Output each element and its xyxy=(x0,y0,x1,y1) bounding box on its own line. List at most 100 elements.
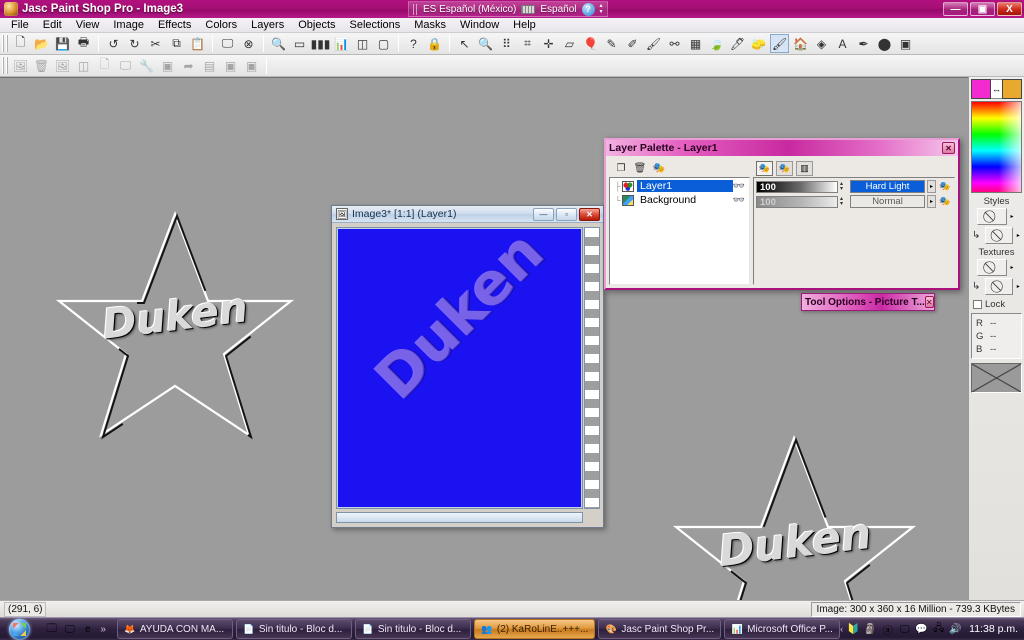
text-tool-icon[interactable]: A xyxy=(833,34,852,53)
dropper-tool-icon[interactable]: ✐ xyxy=(623,34,642,53)
overview-window-icon[interactable]: 🔍 xyxy=(269,34,288,53)
layer-palette-icon[interactable]: ▮▮▮ xyxy=(311,34,331,53)
new-layer-icon[interactable]: ❐ xyxy=(614,161,628,175)
image-minimize-button[interactable]: — xyxy=(533,207,554,221)
copy-icon[interactable]: ⧉ xyxy=(167,34,186,53)
start-button[interactable] xyxy=(1,618,38,640)
menu-item-file[interactable]: File xyxy=(4,18,36,33)
textures-background-null-icon[interactable]: ⃠ xyxy=(985,278,1014,295)
taskbar-button[interactable]: 🦊 AYUDA CON MA... xyxy=(116,619,233,639)
vector-object-icon[interactable]: ▣ xyxy=(896,34,915,53)
help-icon[interactable]: ? xyxy=(581,2,595,16)
draw-tool-icon[interactable]: ✒ xyxy=(854,34,873,53)
capture-icon[interactable]: ▣ xyxy=(242,56,261,75)
tool-options-close-button[interactable]: ✕ xyxy=(924,296,934,308)
taskbar-button[interactable]: 📊 Microsoft Office P... xyxy=(724,619,841,639)
deformation-tool-icon[interactable]: ⠿ xyxy=(497,34,516,53)
minimize-button[interactable]: — xyxy=(943,2,968,16)
flood-fill-icon[interactable]: ◈ xyxy=(812,34,831,53)
opacity-slider[interactable]: 100 xyxy=(756,180,838,193)
histogram-icon[interactable]: 📊 xyxy=(332,34,351,53)
info-icon[interactable]: ▣ xyxy=(221,56,240,75)
layer-list[interactable]: ├ Layer1 👓 └ Background 👓 xyxy=(609,177,750,285)
paint-brush-icon[interactable]: 🖌 xyxy=(644,34,663,53)
scratch-remover-icon[interactable]: 🖊 xyxy=(728,34,747,53)
layer-palette-window[interactable]: Layer Palette - Layer1 ✕ ❐ 🗑 🎭 ├ Layer1 👓 └ Ba… xyxy=(604,138,960,290)
arrow-tool-icon[interactable]: ↖ xyxy=(455,34,474,53)
tray-messenger-icon[interactable]: 💬 xyxy=(915,623,928,636)
layer-blend-ranges-tab[interactable]: ▥ xyxy=(796,160,813,176)
layer-properties-icon[interactable]: 🎭 xyxy=(652,161,666,175)
undo-icon[interactable]: ↺ xyxy=(104,34,123,53)
tray-network-icon[interactable]: 🖧 xyxy=(932,623,945,636)
styles-foreground-arrow-icon[interactable]: ▸ xyxy=(1008,208,1016,225)
blend-mode-dropdown-icon[interactable]: ▸ xyxy=(927,195,936,208)
layer-palette-title-bar[interactable]: Layer Palette - Layer1 ✕ xyxy=(606,140,958,156)
menu-item-image[interactable]: Image xyxy=(106,18,151,33)
tray-display-icon[interactable]: 🖵 xyxy=(898,623,911,636)
textures-link-icon[interactable]: ↳ xyxy=(972,281,984,292)
preset-shapes-icon[interactable]: ⬤ xyxy=(875,34,894,53)
export-icon[interactable]: ➦ xyxy=(179,56,198,75)
taskbar-clock[interactable]: 11:38 p.m. xyxy=(969,623,1018,635)
styles-link-icon[interactable]: ↳ xyxy=(972,230,984,241)
tray-volume-icon[interactable]: 🔊 xyxy=(949,623,962,636)
tray-utility-icon[interactable]: 🗿 xyxy=(864,623,877,636)
menu-item-view[interactable]: View xyxy=(69,18,107,33)
lock-checkbox[interactable] xyxy=(973,300,982,309)
workspace-canvas[interactable]: Duken Duken 🖼 Image3* [1:1] (Layer1) — ▫… xyxy=(0,77,968,600)
tray-expand-icon[interactable]: ‹ xyxy=(840,624,843,634)
menu-item-colors[interactable]: Colors xyxy=(198,18,244,33)
language-bar-options-icon[interactable]: ▴ ▾ xyxy=(600,3,603,15)
picture-tube-icon[interactable]: 🖌 xyxy=(770,34,789,53)
image-canvas-frame[interactable]: Duken xyxy=(336,227,583,509)
zoom-tool-icon[interactable]: 🔍 xyxy=(476,34,495,53)
cut-icon[interactable]: ✂ xyxy=(146,34,165,53)
opacity-slider[interactable]: 100 xyxy=(756,195,838,208)
layer-visibility-toggle-icon[interactable]: 👓 xyxy=(733,181,748,192)
magic-wand-icon[interactable]: ✎ xyxy=(602,34,621,53)
spinner-down-icon[interactable]: ▾ xyxy=(840,201,848,207)
textures-background-arrow-icon[interactable]: ▸ xyxy=(1014,278,1022,295)
image-window-title-bar[interactable]: 🖼 Image3* [1:1] (Layer1) — ▫ ✕ xyxy=(332,206,603,223)
menu-item-selections[interactable]: Selections xyxy=(343,18,408,33)
language-locale[interactable]: ES Español (México) xyxy=(423,4,516,15)
preview-icon[interactable]: 🖵 xyxy=(116,56,135,75)
compare-icon[interactable]: ◫ xyxy=(74,56,93,75)
image-maximize-button[interactable]: ▫ xyxy=(556,207,577,221)
crop-tool-icon[interactable]: ⌗ xyxy=(518,34,537,53)
layer-mask-icon[interactable]: 🎭 xyxy=(938,181,952,193)
textures-foreground-arrow-icon[interactable]: ▸ xyxy=(1008,259,1016,276)
styles-foreground-null-icon[interactable]: ⃠ xyxy=(977,208,1007,225)
layer-properties-tab[interactable]: 🎭 xyxy=(756,160,773,176)
layer-palette-close-button[interactable]: ✕ xyxy=(942,142,955,154)
airbrush-icon[interactable]: 🏠 xyxy=(791,34,810,53)
delete-layer-icon[interactable]: 🗑 xyxy=(633,161,647,175)
menu-item-layers[interactable]: Layers xyxy=(244,18,291,33)
properties-icon[interactable]: 🔧 xyxy=(137,56,156,75)
redo-icon[interactable]: ↻ xyxy=(125,34,144,53)
save-icon[interactable]: 💾 xyxy=(53,34,72,53)
language-bar-grip[interactable] xyxy=(413,3,418,15)
brush-palette-icon[interactable]: ▢ xyxy=(374,34,393,53)
layer-row[interactable]: └ Background 👓 xyxy=(611,193,748,207)
context-help-icon[interactable]: ? xyxy=(404,34,423,53)
styles-background-arrow-icon[interactable]: ▸ xyxy=(1014,227,1022,244)
taskbar-button[interactable]: 📄 Sin titulo - Bloc d... xyxy=(354,619,471,639)
duplicate-icon[interactable]: 🖼 xyxy=(53,56,72,75)
opacity-spinner[interactable]: ▴ ▾ xyxy=(840,196,848,208)
layer-visibility-toggle-icon[interactable]: 👓 xyxy=(733,195,748,206)
tool-options-window[interactable]: Tool Options - Picture T... ✕ xyxy=(801,293,935,311)
layer-row[interactable]: ├ Layer1 👓 xyxy=(611,179,748,193)
spinner-down-icon[interactable]: ▾ xyxy=(840,186,848,192)
screen-capture-icon[interactable]: 🖵 xyxy=(218,34,237,53)
menu-item-help[interactable]: Help xyxy=(506,18,543,33)
textures-foreground-null-icon[interactable]: ⃠ xyxy=(977,259,1007,276)
menu-item-objects[interactable]: Objects xyxy=(291,18,342,33)
lock-icon[interactable]: 🔒 xyxy=(425,34,444,53)
blend-mode-value[interactable]: Hard Light xyxy=(850,180,925,193)
language-bar[interactable]: ES Español (México) Español ? ▴ ▾ xyxy=(408,1,608,17)
new-icon[interactable]: 🗋 xyxy=(11,34,30,53)
keyboard-layout-label[interactable]: Español xyxy=(540,4,576,15)
twain-acquire-icon[interactable]: ⊗ xyxy=(239,34,258,53)
